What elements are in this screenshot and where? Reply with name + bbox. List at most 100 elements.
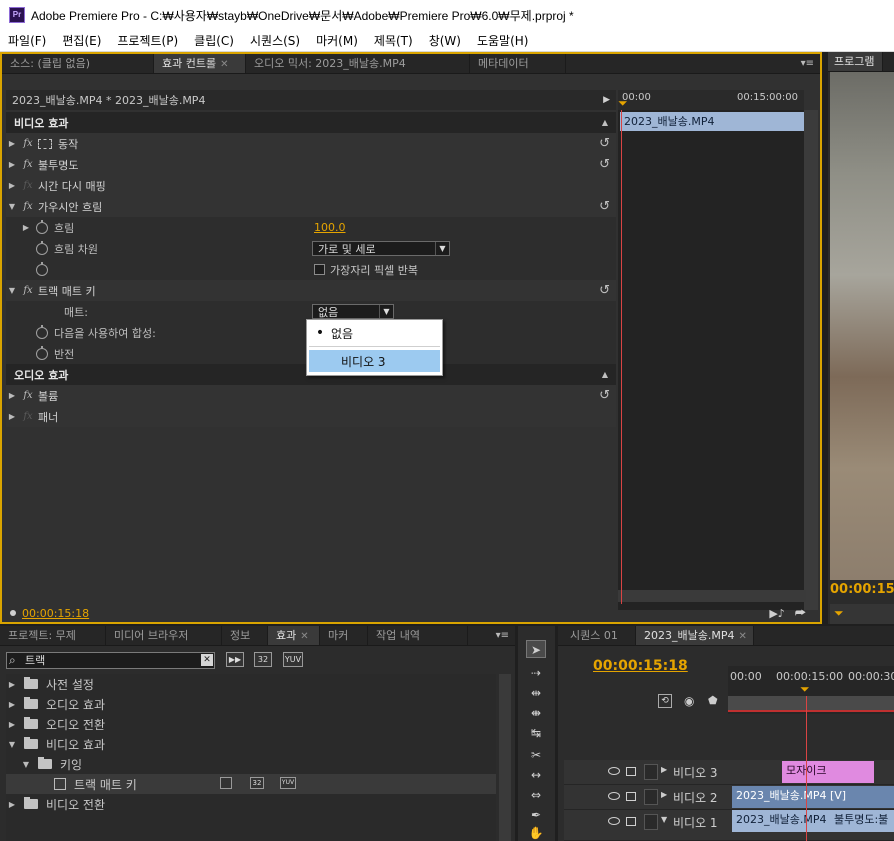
tab-project[interactable]: 프로젝트: 무제	[0, 626, 106, 645]
close-icon[interactable]: ✕	[220, 59, 228, 70]
clip-mosaic[interactable]: 모자이크	[782, 761, 874, 783]
menu-project[interactable]: 프로젝트(P)	[109, 32, 186, 49]
clip-v2[interactable]: 2023_배날송.MP4 [V]	[732, 786, 894, 808]
effect-controls-timeline[interactable]: 00:00 00:15:00:00 ⏷ 2023_배날송.MP4	[618, 90, 804, 610]
reset-icon[interactable]: ↺	[599, 157, 610, 172]
matte-option-none[interactable]: • 없음	[309, 322, 440, 344]
timeline-ruler[interactable]: 00:00 00:15:00:00 ⏷	[618, 90, 804, 110]
fx-icon[interactable]: fx	[18, 159, 38, 170]
menu-file[interactable]: 파일(F)	[0, 32, 54, 49]
expand-triangle-icon[interactable]: ▶	[6, 391, 18, 400]
eye-icon[interactable]	[608, 767, 620, 775]
program-ruler[interactable]: ⏷	[830, 604, 894, 624]
fx-icon[interactable]: fx	[18, 138, 38, 149]
tab-audio-mixer[interactable]: 오디오 믹서: 2023_배날송.MP4	[246, 54, 470, 73]
stopwatch-icon[interactable]	[36, 240, 48, 255]
film-icon[interactable]	[626, 817, 636, 826]
fx-icon[interactable]: fx	[18, 201, 38, 212]
tab-sequence-01[interactable]: 시퀀스 01	[558, 626, 636, 645]
blur-value[interactable]: 100.0	[314, 221, 346, 234]
timeline-clip[interactable]: 2023_배날송.MP4	[620, 112, 804, 131]
track-select-tool-icon[interactable]: ⇢	[526, 664, 546, 682]
expand-triangle-icon[interactable]: ▶	[6, 680, 18, 689]
tab-source[interactable]: 소스: (클립 없음)	[2, 54, 154, 73]
menu-sequence[interactable]: 시퀀스(S)	[242, 32, 308, 49]
expand-triangle-icon[interactable]: ▶	[661, 790, 667, 799]
tab-program[interactable]: 프로그램	[828, 52, 884, 71]
eye-icon[interactable]	[608, 817, 620, 825]
ripple-edit-tool-icon[interactable]: ⇹	[526, 684, 546, 702]
sequence-ruler[interactable]: 00:00 00:00:15:00 00:00:30 ⏷	[728, 666, 894, 714]
tree-item-video-effects[interactable]: ▼ 비디오 효과	[6, 734, 496, 754]
menu-edit[interactable]: 편집(E)	[54, 32, 109, 49]
tab-history[interactable]: 작업 내역	[368, 626, 468, 645]
matte-option-video3[interactable]: 비디오 3	[309, 350, 440, 372]
selection-tool-icon[interactable]: ➤	[526, 640, 546, 658]
effect-opacity[interactable]: ▶ fx 불투명도 ↺	[6, 154, 616, 175]
effect-motion[interactable]: ▶ fx 동작 ↺	[6, 133, 616, 154]
effects-search-input[interactable]: 트랙	[6, 652, 215, 669]
tab-metadata[interactable]: 메타데이터	[470, 54, 566, 73]
tree-item-video-transitions[interactable]: ▶ 비디오 전환	[6, 794, 496, 814]
collapse-triangle-icon[interactable]: ▼	[6, 286, 18, 295]
menu-window[interactable]: 창(W)	[421, 32, 469, 49]
expand-triangle-icon[interactable]: ▶	[20, 223, 32, 232]
effect-controls-timecode[interactable]: 00:00:15:18	[22, 607, 89, 620]
tab-effects[interactable]: 효과 ✕	[268, 626, 320, 645]
collapse-triangle-icon[interactable]: ▼	[20, 760, 32, 769]
snap-icon[interactable]: ⟲	[658, 694, 672, 708]
playhead-marker-icon[interactable]: ⏷	[800, 682, 810, 697]
stopwatch-icon[interactable]	[36, 345, 48, 360]
expand-triangle-icon[interactable]: ▶	[6, 412, 18, 421]
clip-v1-opacity[interactable]: 불투명도:불	[830, 810, 894, 832]
expand-triangle-icon[interactable]: ▶	[6, 800, 18, 809]
panel-menu-icon[interactable]: ▾≡	[490, 626, 515, 645]
expand-triangle-icon[interactable]: ▶	[6, 160, 18, 169]
lock-toggle[interactable]	[644, 789, 658, 805]
sequence-timecode[interactable]: 00:00:15:18	[593, 658, 688, 674]
expand-triangle-icon[interactable]: ▶	[6, 720, 18, 729]
program-timecode[interactable]: 00:00:15:	[830, 582, 894, 597]
tree-item-audio-transitions[interactable]: ▶ 오디오 전환	[6, 714, 496, 734]
clear-search-icon[interactable]: ✕	[201, 654, 213, 666]
tree-item-track-matte-key[interactable]: 트랙 매트 키 32 YUV	[6, 774, 496, 794]
expand-triangle-icon[interactable]: ▶	[6, 139, 18, 148]
effect-track-matte-key[interactable]: ▼ fx 트랙 매트 키 ↺	[6, 280, 616, 301]
effect-time-remap[interactable]: ▶ fx 시간 다시 매핑	[6, 175, 616, 196]
slip-tool-icon[interactable]: ↔	[526, 766, 546, 784]
playhead-marker-icon[interactable]: ⏷	[834, 606, 844, 621]
menu-clip[interactable]: 클립(C)	[186, 32, 242, 49]
effect-panner[interactable]: ▶ fx 패너	[6, 406, 616, 427]
effect-volume[interactable]: ▶ fx 볼륨 ↺	[6, 385, 616, 406]
work-area-bar[interactable]	[728, 696, 894, 710]
yuv-filter-badge[interactable]: YUV	[283, 652, 303, 667]
eye-icon[interactable]	[608, 792, 620, 800]
rolling-edit-tool-icon[interactable]: ⇼	[526, 704, 546, 722]
film-icon[interactable]	[626, 792, 636, 801]
lock-toggle[interactable]	[644, 764, 658, 780]
export-icon[interactable]: ⮫	[795, 606, 806, 621]
film-icon[interactable]	[626, 767, 636, 776]
stopwatch-icon[interactable]	[36, 261, 48, 276]
collapse-triangle-icon[interactable]: ▼	[6, 202, 18, 211]
stopwatch-icon[interactable]	[36, 324, 48, 339]
clip-v1[interactable]: 2023_배날송.MP4	[732, 810, 830, 832]
tree-item-presets[interactable]: ▶ 사전 설정	[6, 674, 496, 694]
panel-menu-icon[interactable]: ▾≡	[795, 54, 820, 73]
expand-triangle-icon[interactable]: ▶	[661, 765, 667, 774]
accelerated-effects-icon[interactable]: ▶▶	[226, 652, 244, 667]
fx-icon[interactable]: fx	[18, 390, 38, 401]
collapse-up-icon[interactable]: ▲	[602, 370, 608, 379]
razor-tool-icon[interactable]: ✂	[526, 746, 546, 764]
32bit-filter-badge[interactable]: 32	[254, 652, 272, 667]
reset-icon[interactable]: ↺	[599, 388, 610, 403]
collapse-triangle-icon[interactable]: ▼	[661, 815, 667, 824]
menu-help[interactable]: 도움말(H)	[469, 32, 537, 49]
tab-info[interactable]: 정보	[222, 626, 268, 645]
add-marker-icon[interactable]: ⬟	[708, 694, 718, 707]
reset-icon[interactable]: ↺	[599, 283, 610, 298]
vertical-scrollbar[interactable]	[499, 674, 511, 841]
marker-icon[interactable]: ◉	[684, 694, 694, 708]
play-arrow-icon[interactable]: ▶	[603, 95, 610, 105]
collapse-triangle-icon[interactable]: ▼	[6, 740, 18, 749]
